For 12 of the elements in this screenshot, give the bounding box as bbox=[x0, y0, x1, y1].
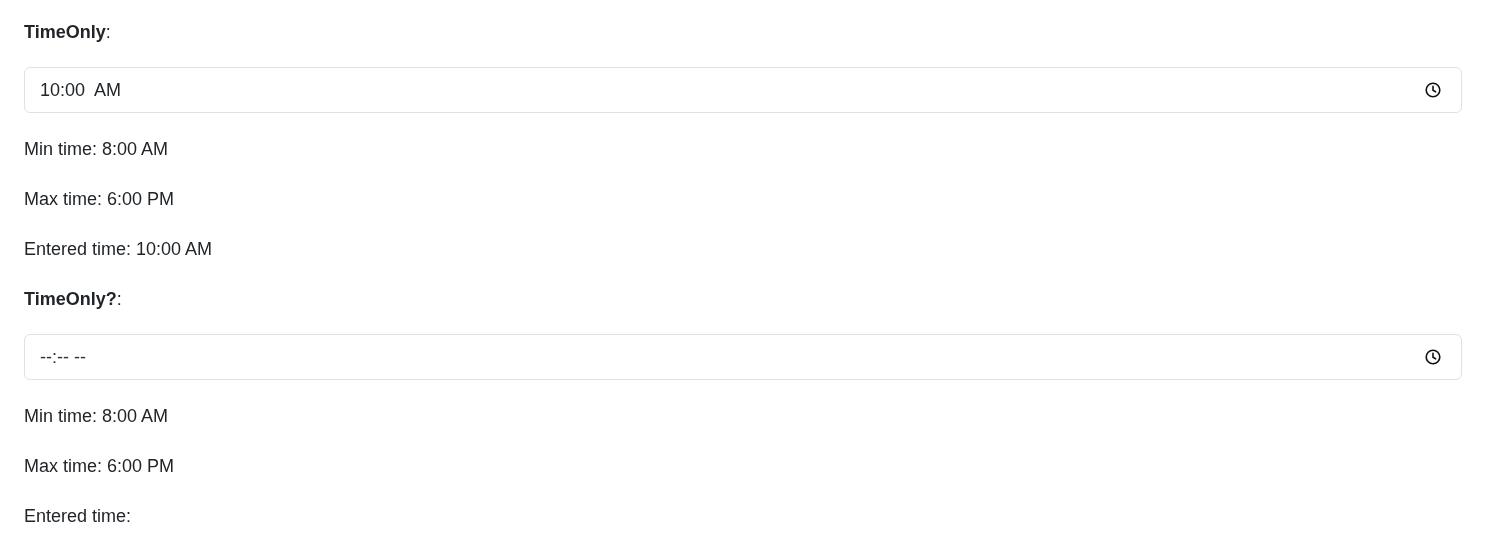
info-text: Entered time: bbox=[24, 505, 132, 528]
info-text: Max time: 6:00 PM bbox=[24, 188, 175, 211]
time-field[interactable]: 10:00 AM bbox=[24, 67, 1462, 113]
info-text: Min time: 8:00 AM bbox=[24, 138, 169, 161]
time-field[interactable]: --:-- -- bbox=[24, 334, 1462, 380]
info-text: Entered time: 10:00 AM bbox=[24, 238, 213, 261]
field-label: TimeOnly?: bbox=[24, 288, 122, 311]
info-text: Max time: 6:00 PM bbox=[24, 455, 175, 478]
clock-icon[interactable] bbox=[1425, 82, 1441, 98]
info-text: Min time: 8:00 AM bbox=[24, 405, 169, 428]
field-label: TimeOnly: bbox=[24, 21, 111, 44]
clock-icon[interactable] bbox=[1425, 349, 1441, 365]
